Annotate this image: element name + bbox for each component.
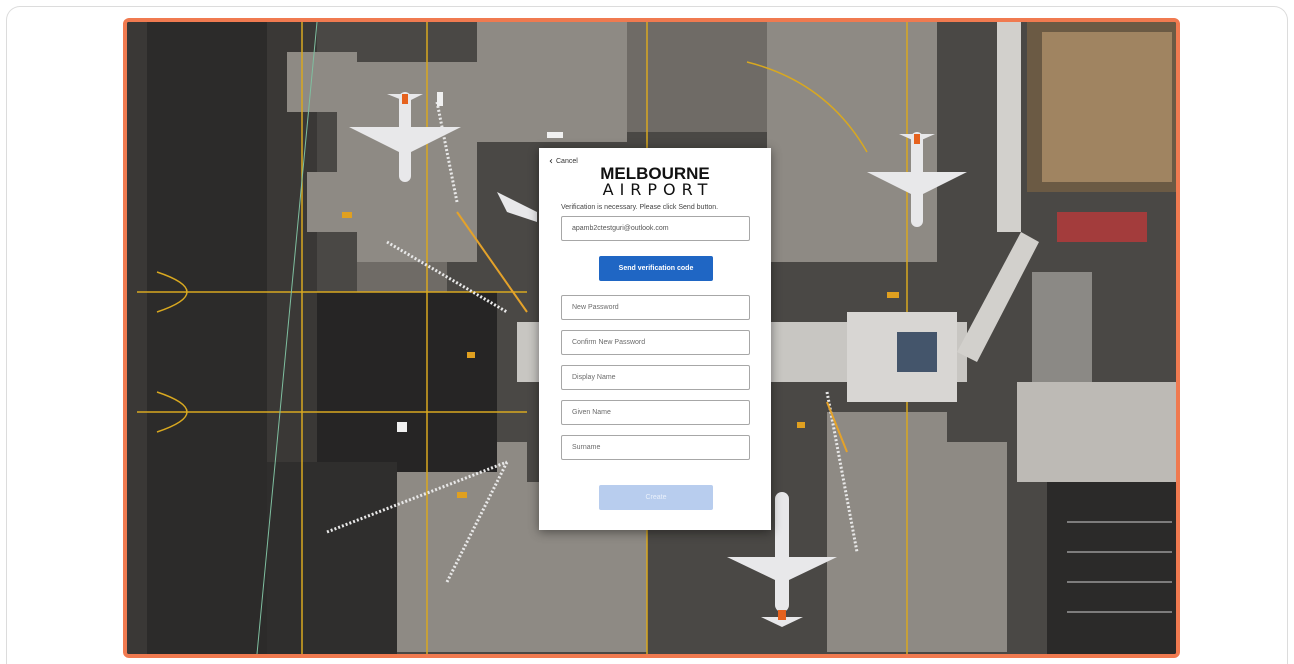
melbourne-airport-logo: MELBOURNE AIRPORT [539, 165, 771, 198]
new-password-field[interactable]: New Password [561, 295, 750, 320]
create-button[interactable]: Create [599, 485, 713, 510]
chevron-left-icon: ‹ [549, 156, 553, 167]
send-verification-code-button[interactable]: Send verification code [599, 256, 713, 281]
verification-hint: Verification is necessary. Please click … [561, 204, 719, 211]
given-name-field[interactable]: Given Name [561, 400, 750, 425]
display-name-field[interactable]: Display Name [561, 365, 750, 390]
email-field[interactable]: apamb2ctestguri@outlook.com [561, 216, 750, 241]
logo-line-2: AIRPORT [602, 180, 714, 199]
cancel-link[interactable]: ‹ Cancel [549, 156, 578, 167]
signup-modal: ‹ Cancel MELBOURNE AIRPORT Verification … [539, 148, 771, 530]
screenshot-frame: ‹ Cancel MELBOURNE AIRPORT Verification … [123, 18, 1180, 658]
surname-field[interactable]: Surname [561, 435, 750, 460]
confirm-password-field[interactable]: Confirm New Password [561, 330, 750, 355]
cancel-label: Cancel [556, 158, 578, 165]
